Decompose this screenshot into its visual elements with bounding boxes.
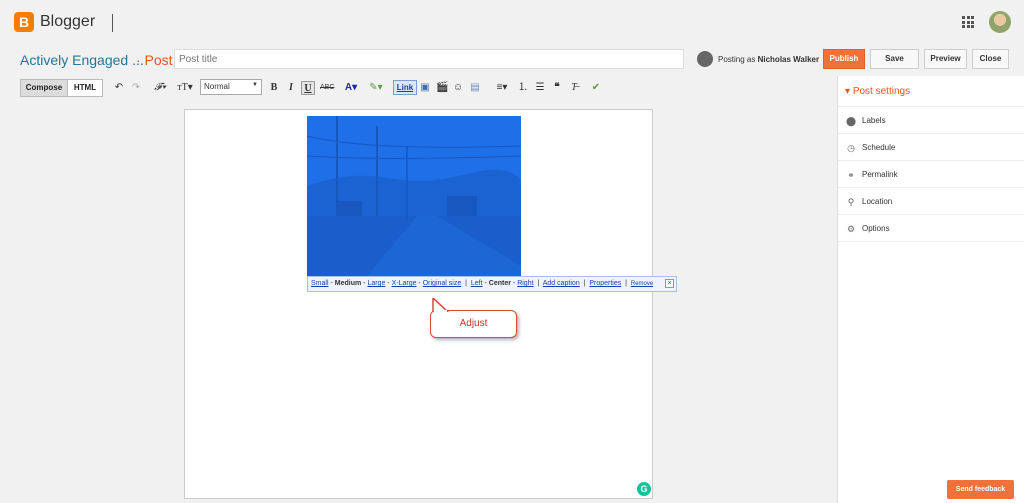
link-button[interactable]: Link bbox=[393, 80, 417, 95]
html-mode-button[interactable]: HTML bbox=[67, 79, 103, 97]
bold-icon[interactable]: B bbox=[269, 81, 279, 95]
image-scene bbox=[307, 116, 521, 276]
spellcheck-icon[interactable]: ✔ bbox=[590, 81, 602, 95]
publish-button[interactable]: Publish bbox=[823, 49, 865, 69]
clock-icon: ◷ bbox=[847, 143, 855, 153]
size-large-link[interactable]: Large bbox=[367, 280, 385, 287]
post-label: · Post bbox=[136, 52, 173, 68]
adjust-callout: Adjust bbox=[430, 298, 517, 338]
clear-formatting-icon[interactable]: T̶ bbox=[568, 81, 580, 95]
send-feedback-button[interactable]: Send feedback bbox=[947, 480, 1014, 499]
post-settings-title: Post settings bbox=[852, 86, 911, 97]
text-color-icon[interactable]: A▾ bbox=[341, 81, 361, 95]
blogger-logo-icon[interactable]: B bbox=[14, 12, 34, 32]
font-family-icon[interactable]: 𝓕▾ bbox=[150, 81, 170, 95]
align-center-current: Center bbox=[488, 280, 511, 287]
callout-pointer bbox=[432, 298, 450, 312]
sidebar-item-labels[interactable]: ⬤ Labels bbox=[838, 107, 1024, 134]
compose-mode-button[interactable]: Compose bbox=[20, 79, 68, 97]
sidebar-item-label: Permalink bbox=[862, 170, 898, 179]
jump-break-icon[interactable]: ▤ bbox=[469, 81, 481, 95]
font-size-select[interactable]: Normal ▼ bbox=[200, 79, 262, 95]
align-left-link[interactable]: Left bbox=[471, 280, 483, 287]
blog-name-link[interactable]: Actively Engaged ... bbox=[20, 52, 144, 68]
caret-down-icon: ▾ bbox=[845, 86, 851, 97]
size-xlarge-link[interactable]: X-Large bbox=[392, 280, 417, 287]
video-icon[interactable]: 🎬 bbox=[436, 81, 448, 95]
size-original-link[interactable]: Original size bbox=[423, 280, 462, 287]
undo-icon[interactable]: ↶ bbox=[113, 81, 125, 95]
italic-icon[interactable]: I bbox=[286, 81, 296, 95]
tag-icon: ⬤ bbox=[846, 116, 857, 126]
posting-as-text: Posting as Nicholas Walker bbox=[718, 55, 819, 64]
size-small-link[interactable]: Small bbox=[311, 280, 329, 287]
grammarly-icon[interactable]: G bbox=[637, 482, 651, 496]
editor-area: Small - Medium - Large - X-Large - Origi… bbox=[0, 100, 837, 503]
sidebar-item-options[interactable]: ⚙ Options bbox=[838, 215, 1024, 242]
gear-icon: ⚙ bbox=[846, 224, 856, 234]
apps-grid-icon[interactable] bbox=[962, 16, 974, 28]
sidebar-item-schedule[interactable]: ◷ Schedule bbox=[838, 134, 1024, 161]
close-icon[interactable]: × bbox=[665, 279, 674, 288]
sidebar-item-label: Options bbox=[862, 224, 890, 233]
location-pin-icon: ⚲ bbox=[847, 197, 855, 207]
sidebar-item-location[interactable]: ⚲ Location bbox=[838, 188, 1024, 215]
add-caption-link[interactable]: Add caption bbox=[543, 280, 580, 287]
chevron-down-icon: ▼ bbox=[252, 82, 258, 88]
sidebar-item-permalink[interactable]: ⚭ Permalink bbox=[838, 161, 1024, 188]
emoji-icon[interactable]: ☺ bbox=[452, 81, 464, 95]
align-right-link[interactable]: Right bbox=[517, 280, 533, 287]
sidebar-item-label: Schedule bbox=[862, 143, 896, 152]
numbered-list-icon[interactable]: ⒈ bbox=[517, 81, 529, 95]
strikethrough-icon[interactable]: ABC bbox=[320, 81, 334, 95]
properties-link[interactable]: Properties bbox=[589, 280, 621, 287]
sidebar-item-label: Labels bbox=[862, 116, 886, 125]
account-avatar[interactable] bbox=[989, 11, 1011, 33]
quote-icon[interactable]: ❝ bbox=[551, 81, 563, 95]
link-icon: ⚭ bbox=[847, 170, 855, 180]
highlight-color-icon[interactable]: ✎▾ bbox=[366, 81, 386, 95]
bulleted-list-icon[interactable]: ☰ bbox=[534, 81, 546, 95]
author-name: Nicholas Walker bbox=[757, 55, 820, 64]
divider bbox=[112, 14, 113, 32]
post-settings-sidebar: ▾ Post settings ⬤ Labels ◷ Schedule ⚭ Pe… bbox=[837, 76, 1024, 503]
author-avatar bbox=[697, 51, 713, 67]
font-size-value: Normal bbox=[204, 82, 230, 91]
post-body-editor[interactable]: Small - Medium - Large - X-Large - Origi… bbox=[184, 109, 677, 499]
align-icon[interactable]: ≡▾ bbox=[492, 81, 512, 95]
sidebar-item-label: Location bbox=[862, 197, 893, 206]
size-medium-current: Medium bbox=[334, 280, 362, 287]
image-icon[interactable]: ▣ bbox=[419, 81, 431, 95]
font-size-icon[interactable]: ᴛT▾ bbox=[175, 81, 195, 95]
save-button[interactable]: Save bbox=[870, 49, 919, 69]
remove-link[interactable]: Remove bbox=[631, 281, 653, 287]
post-settings-header[interactable]: ▾ Post settings bbox=[838, 76, 1024, 107]
preview-button[interactable]: Preview bbox=[924, 49, 967, 69]
selected-image[interactable] bbox=[307, 116, 521, 276]
top-bar: B Blogger bbox=[0, 0, 1024, 44]
image-options-bar: Small - Medium - Large - X-Large - Origi… bbox=[307, 276, 677, 292]
redo-icon[interactable]: ↷ bbox=[130, 81, 142, 95]
callout-text: Adjust bbox=[459, 318, 488, 329]
app-name: Blogger bbox=[40, 13, 96, 30]
post-title-input[interactable] bbox=[174, 49, 684, 69]
close-button[interactable]: Close bbox=[972, 49, 1009, 69]
editor-toolbar: Compose HTML ↶ ↷ 𝓕▾ ᴛT▾ Normal ▼ B I U A… bbox=[0, 76, 837, 100]
underline-icon[interactable]: U bbox=[301, 81, 315, 95]
posting-as-prefix: Posting as bbox=[718, 55, 756, 64]
